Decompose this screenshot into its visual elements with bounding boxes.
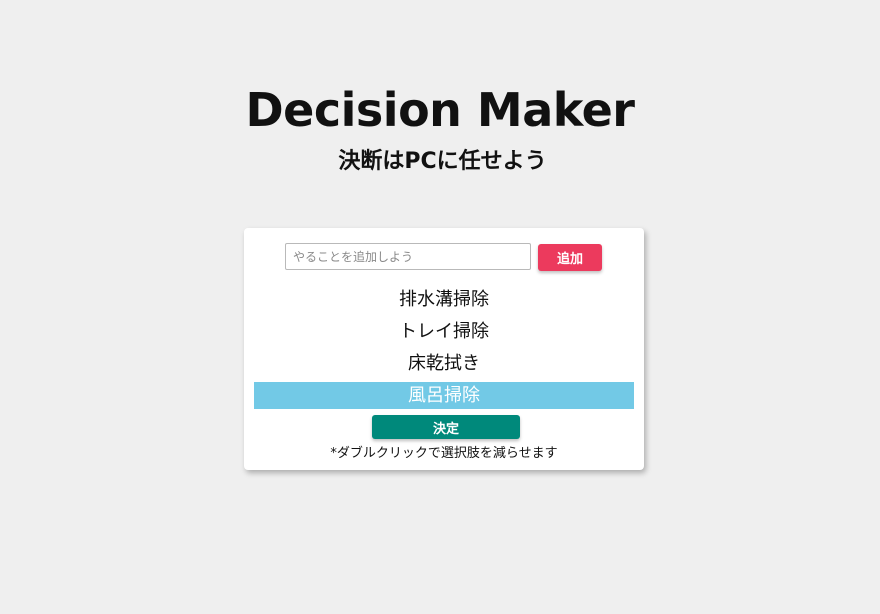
page: Decision Maker 決断はPCに任せよう 追加 排水溝掃除 トレイ掃除… [0, 0, 880, 614]
hint-text: *ダブルクリックで選択肢を減らせます [330, 446, 558, 461]
add-button[interactable]: 追加 [538, 244, 602, 271]
choice-item-selected[interactable]: 風呂掃除 [254, 382, 634, 409]
choice-item[interactable]: 床乾拭き [254, 350, 634, 377]
decision-card: 追加 排水溝掃除 トレイ掃除 床乾拭き 風呂掃除 決定 *ダブルクリックで選択肢… [244, 228, 644, 470]
choice-item[interactable]: 排水溝掃除 [254, 286, 634, 313]
page-title: Decision Maker [245, 83, 636, 137]
decide-button[interactable]: 決定 [372, 415, 520, 439]
todo-input[interactable] [285, 243, 531, 270]
choice-item[interactable]: トレイ掃除 [254, 318, 634, 345]
choice-list: 排水溝掃除 トレイ掃除 床乾拭き 風呂掃除 [254, 286, 634, 414]
page-subtitle: 決断はPCに任せよう [338, 149, 547, 174]
